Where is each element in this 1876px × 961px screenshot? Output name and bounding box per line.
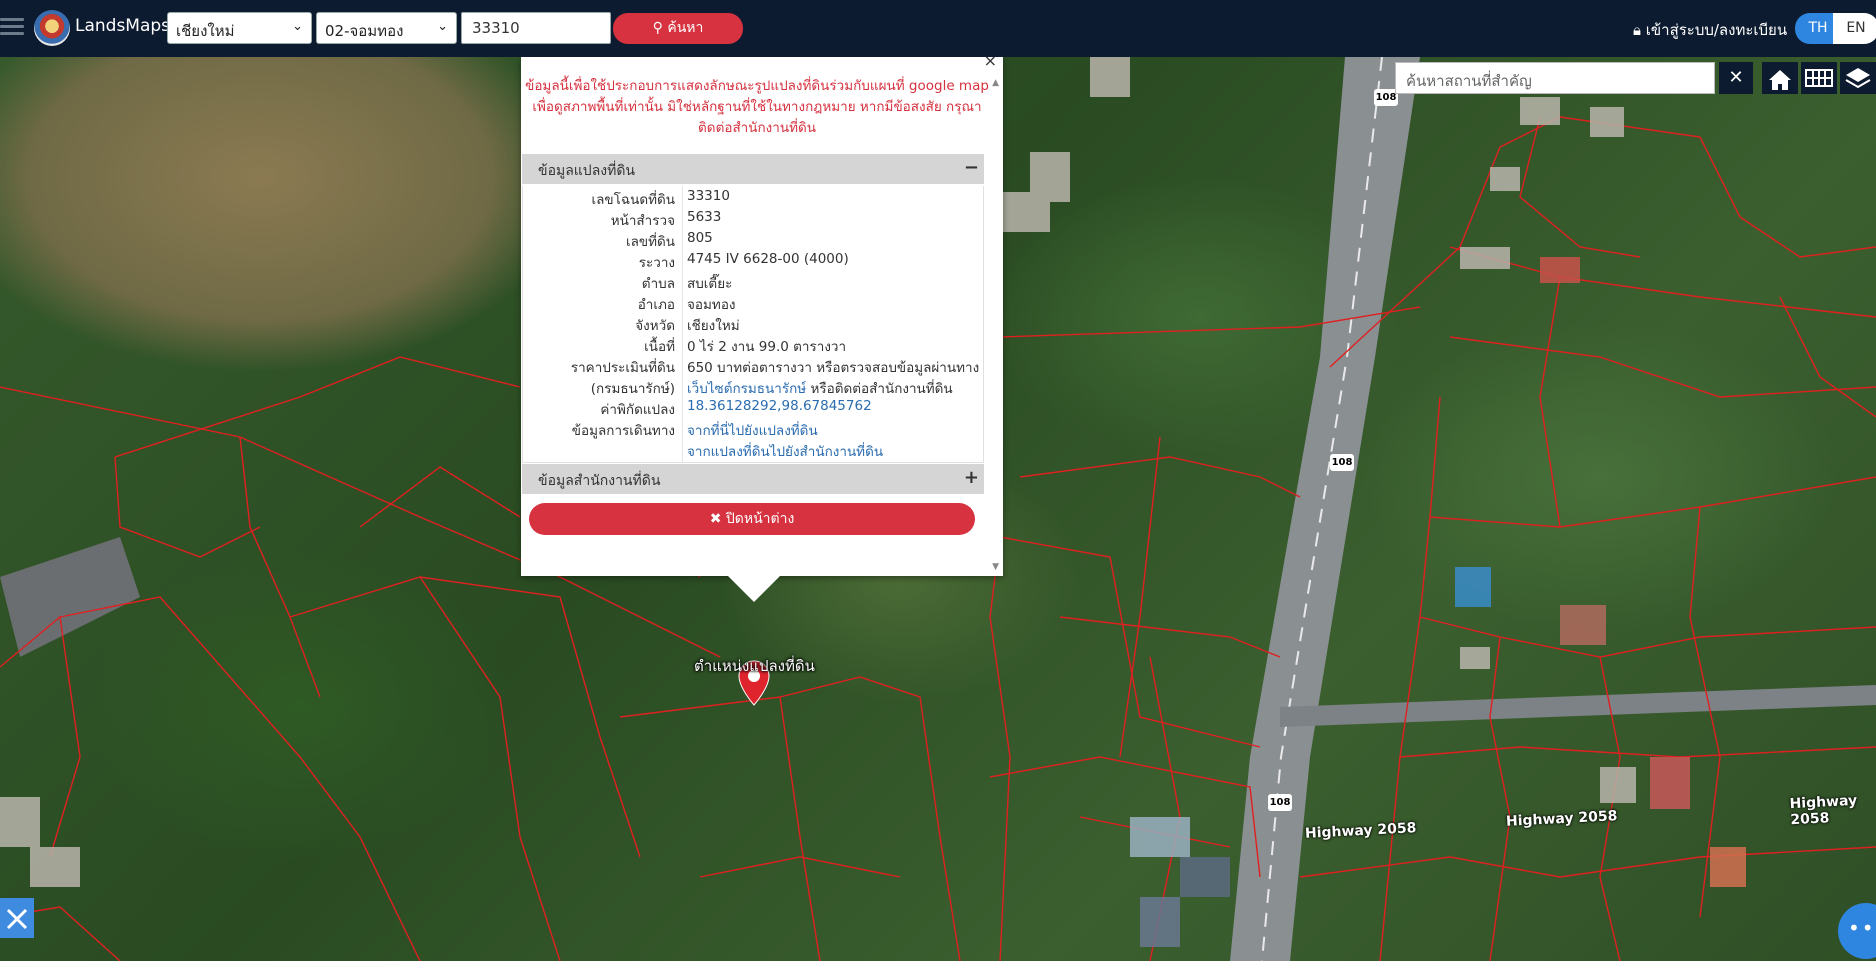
info-label: (กรมธนารักษ์) bbox=[590, 381, 675, 397]
info-label: เนื้อที่ bbox=[644, 339, 675, 355]
home-icon[interactable] bbox=[1762, 62, 1798, 94]
disclaimer-text: ข้อมูลนี้เพื่อใช้ประกอบการแสดงลักษณะรูปแ… bbox=[521, 76, 993, 139]
landsmaps-logo[interactable] bbox=[34, 10, 70, 46]
chevron-down-icon: ⌄ bbox=[292, 19, 303, 34]
land-info-table: เลขโฉนดที่ดิน 33310 หน้าสำรวจ 5633 เลขที… bbox=[522, 186, 984, 463]
info-row-coordinates: ค่าพิกัดแปลง 18.36128292,98.67845762 bbox=[523, 398, 985, 419]
lang-en-button[interactable]: EN bbox=[1833, 13, 1876, 44]
info-value: 0 ไร่ 2 งาน 99.0 ตารางวา bbox=[687, 339, 847, 355]
info-label: จังหวัด bbox=[635, 318, 675, 334]
search-button[interactable]: ⚲ ค้นหา bbox=[613, 13, 743, 44]
road-shield-108: 108 bbox=[1330, 454, 1354, 471]
office-info-section-header[interactable]: ข้อมูลสำนักงานที่ดิน + bbox=[522, 464, 984, 494]
info-label: ราคาประเมินที่ดิน bbox=[570, 360, 675, 376]
info-row-map-sheet: ระวาง 4745 IV 6628-00 (4000) bbox=[523, 251, 985, 272]
coordinates-link[interactable]: 18.36128292,98.67845762 bbox=[687, 398, 987, 414]
office-info-section-title: ข้อมูลสำนักงานที่ดิน bbox=[538, 473, 661, 489]
info-label: ข้อมูลการเดินทาง bbox=[571, 423, 675, 439]
info-row-area: เนื้อที่ 0 ไร่ 2 งาน 99.0 ตารางวา bbox=[523, 335, 985, 356]
info-value: 805 bbox=[687, 230, 713, 246]
treasury-website-link[interactable]: เว็บไซต์กรมธนารักษ์ bbox=[687, 381, 806, 397]
layers-icon[interactable] bbox=[1840, 62, 1876, 94]
scroll-down-icon[interactable]: ▼ bbox=[992, 562, 999, 572]
info-row-appraisal-price: ราคาประเมินที่ดิน 650 บาทต่อตารางวา หรือ… bbox=[523, 356, 985, 377]
menu-icon[interactable] bbox=[0, 14, 24, 40]
info-row-deed-number: เลขโฉนดที่ดิน 33310 bbox=[523, 188, 985, 209]
side-road bbox=[0, 537, 140, 657]
scroll-up-icon[interactable]: ▲ bbox=[992, 78, 999, 88]
land-info-section-header[interactable]: ข้อมูลแปลงที่ดิน − bbox=[522, 154, 984, 184]
info-value: 650 บาทต่อตารางวา หรือตรวจสอบข้อมูลผ่านท… bbox=[687, 360, 980, 376]
info-row-district: อำเภอ จอมทอง bbox=[523, 293, 985, 314]
road-label-highway-2058: Highway 2058 bbox=[1789, 792, 1858, 829]
district-select-value: 02-จอมทอง bbox=[325, 22, 404, 40]
lock-icon: 🔒︎ bbox=[1633, 21, 1641, 39]
parcel-info-popup: × ▲ ▼ ข้อมูลนี้เพื่อใช้ประกอบการแสดงลักษ… bbox=[521, 51, 1003, 576]
info-row-treasury: (กรมธนารักษ์) เว็บไซต์กรมธนารักษ์ หรือติ… bbox=[523, 377, 985, 398]
close-window-button[interactable]: ✖ ปิดหน้าต่าง bbox=[529, 503, 975, 535]
land-info-section-title: ข้อมูลแปลงที่ดิน bbox=[538, 163, 636, 179]
info-value: เว็บไซต์กรมธนารักษ์ หรือติดต่อสำนักงานที… bbox=[687, 377, 987, 399]
highway-2058-road bbox=[1280, 685, 1876, 727]
search-button-label: ค้นหา bbox=[667, 20, 704, 36]
info-label: เลขโฉนดที่ดิน bbox=[591, 192, 675, 208]
province-select-value: เชียงใหม่ bbox=[176, 22, 235, 40]
info-row-directions-office: จากแปลงที่ดินไปยังสำนักงานที่ดิน bbox=[523, 440, 985, 461]
info-label: อำเภอ bbox=[637, 297, 675, 313]
disclaimer-line: เพื่อดูสภาพพื้นที่เท่านั้น มิใช่หลักฐานท… bbox=[532, 99, 982, 115]
top-bar: LandsMaps เชียงใหม่ ⌄ 02-จอมทอง ⌄ 33310 … bbox=[0, 0, 1876, 57]
ruler-pencil-icon[interactable] bbox=[0, 898, 34, 938]
login-register-label: เข้าสู่ระบบ/ลงทะเบียน bbox=[1645, 21, 1788, 39]
close-icon[interactable]: ✕ bbox=[1719, 62, 1753, 94]
brand-name: LandsMaps bbox=[75, 16, 171, 36]
info-value: จอมทอง bbox=[687, 297, 736, 313]
info-label: ตำบล bbox=[641, 276, 675, 292]
info-label: หน้าสำรวจ bbox=[610, 213, 675, 229]
road-shield-108: 108 bbox=[1268, 794, 1292, 811]
search-icon: ⚲ bbox=[652, 20, 663, 36]
info-value: 33310 bbox=[687, 188, 730, 204]
disclaimer-line: ข้อมูลนี้เพื่อใช้ประกอบการแสดงลักษณะรูปแ… bbox=[525, 78, 989, 94]
parcel-number-input[interactable]: 33310 bbox=[461, 12, 611, 44]
info-label: เลขที่ดิน bbox=[625, 234, 675, 250]
info-value: 4745 IV 6628-00 (4000) bbox=[687, 251, 849, 267]
collapse-icon[interactable]: − bbox=[964, 157, 979, 178]
marker-label: ตำแหน่งแปลงที่ดิน bbox=[694, 657, 815, 675]
info-row-province: จังหวัด เชียงใหม่ bbox=[523, 314, 985, 335]
info-label: ค่าพิกัดแปลง bbox=[600, 402, 675, 418]
district-select[interactable]: 02-จอมทอง ⌄ bbox=[316, 12, 457, 44]
popup-pointer bbox=[728, 576, 780, 602]
info-value: 5633 bbox=[687, 209, 722, 225]
info-row-survey-page: หน้าสำรวจ 5633 bbox=[523, 209, 985, 230]
place-search-input[interactable]: ค้นหาสถานที่สำคัญ bbox=[1395, 62, 1715, 94]
directions-to-office-link[interactable]: จากแปลงที่ดินไปยังสำนักงานที่ดิน bbox=[687, 440, 987, 462]
directions-to-parcel-link[interactable]: จากที่นี่ไปยังแปลงที่ดิน bbox=[687, 419, 987, 441]
info-value-rest: หรือติดต่อสำนักงานที่ดิน bbox=[806, 381, 953, 397]
login-register-link[interactable]: 🔒︎ เข้าสู่ระบบ/ลงทะเบียน bbox=[1633, 18, 1787, 42]
info-row-subdistrict: ตำบล สบเตี๊ยะ bbox=[523, 272, 985, 293]
grid-icon[interactable] bbox=[1801, 62, 1837, 94]
info-row-directions: ข้อมูลการเดินทาง จากที่นี่ไปยังแปลงที่ดิ… bbox=[523, 419, 985, 440]
info-value: เชียงใหม่ bbox=[687, 318, 740, 334]
disclaimer-line: ติดต่อสำนักงานที่ดิน bbox=[698, 120, 816, 136]
province-select[interactable]: เชียงใหม่ ⌄ bbox=[167, 12, 312, 44]
info-row-land-number: เลขที่ดิน 805 bbox=[523, 230, 985, 251]
info-label: ระวาง bbox=[638, 255, 675, 271]
expand-icon[interactable]: + bbox=[964, 467, 979, 488]
chevron-down-icon: ⌄ bbox=[437, 19, 448, 34]
info-value: สบเตี๊ยะ bbox=[687, 276, 733, 292]
